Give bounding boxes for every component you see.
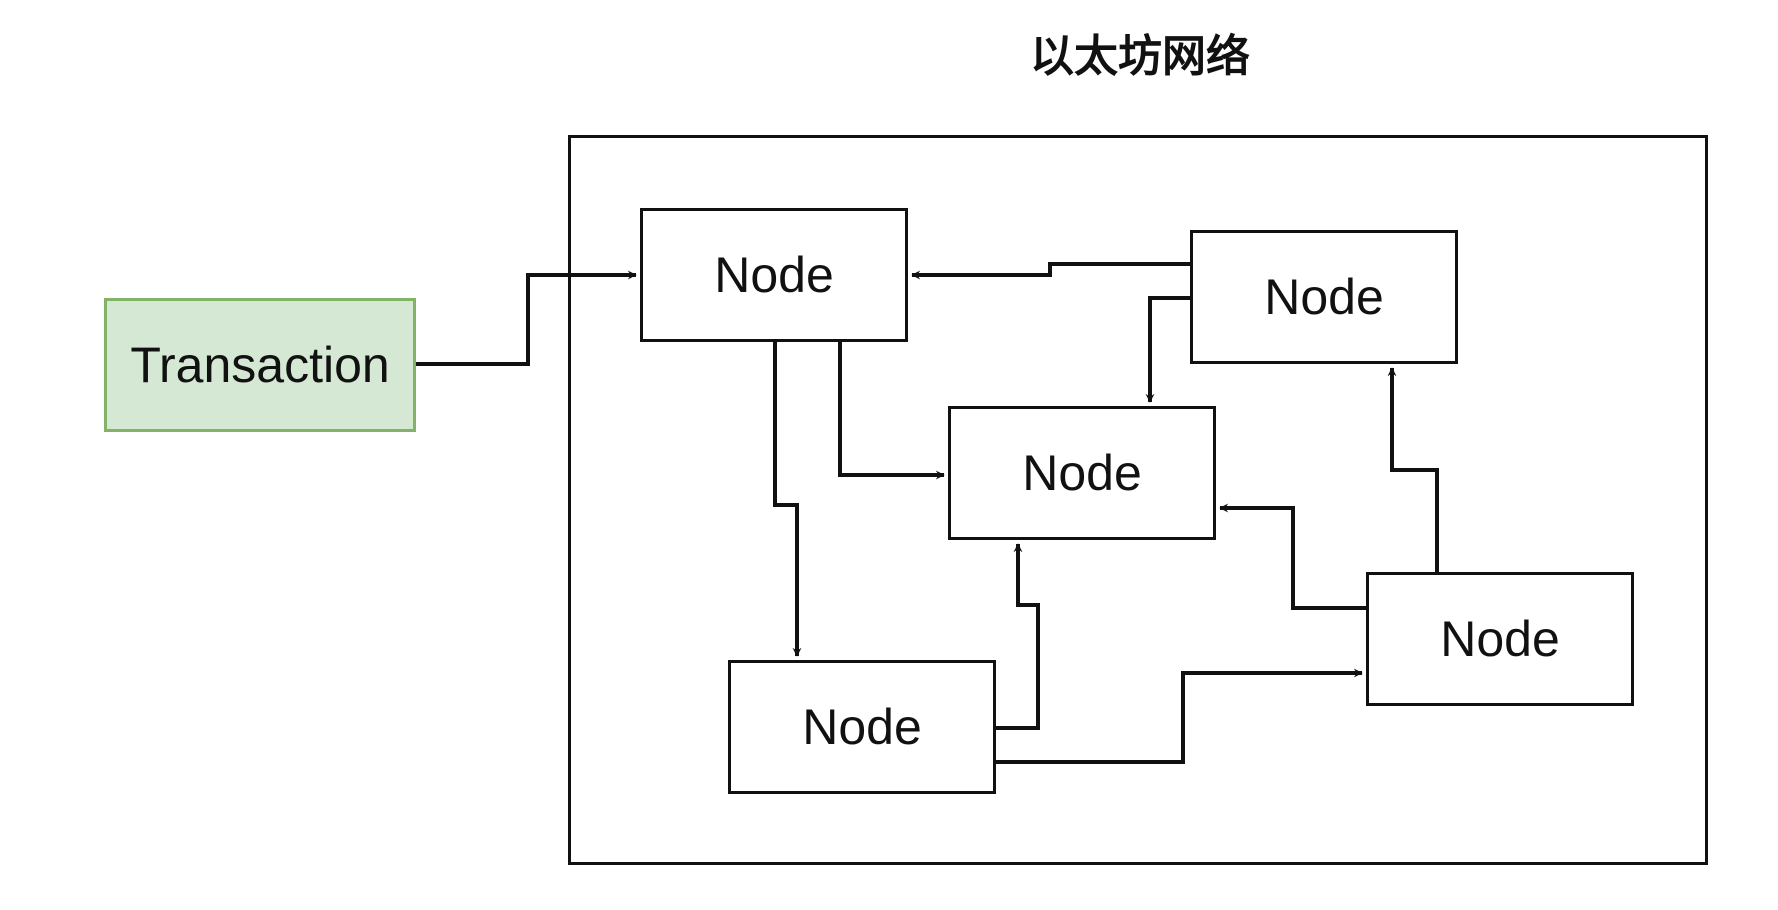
connector-layer (416, 262, 1439, 764)
diagram-canvas: 以太坊网络 Transaction Node Node Node Node No… (0, 0, 1778, 910)
edge-bottomright-to-topright (1387, 367, 1439, 572)
edge-topleft-to-center (838, 342, 945, 480)
edge-topleft-to-bottomleft (773, 342, 802, 657)
edge-topright-to-topleft (911, 262, 1190, 280)
edge-topright-to-center (1145, 296, 1190, 403)
edge-bottomleft-to-bottomright (996, 668, 1363, 764)
edge-bottomleft-to-center (996, 543, 1040, 730)
edge-transaction-to-node (416, 270, 637, 366)
edge-bottomright-to-center (1219, 503, 1366, 610)
